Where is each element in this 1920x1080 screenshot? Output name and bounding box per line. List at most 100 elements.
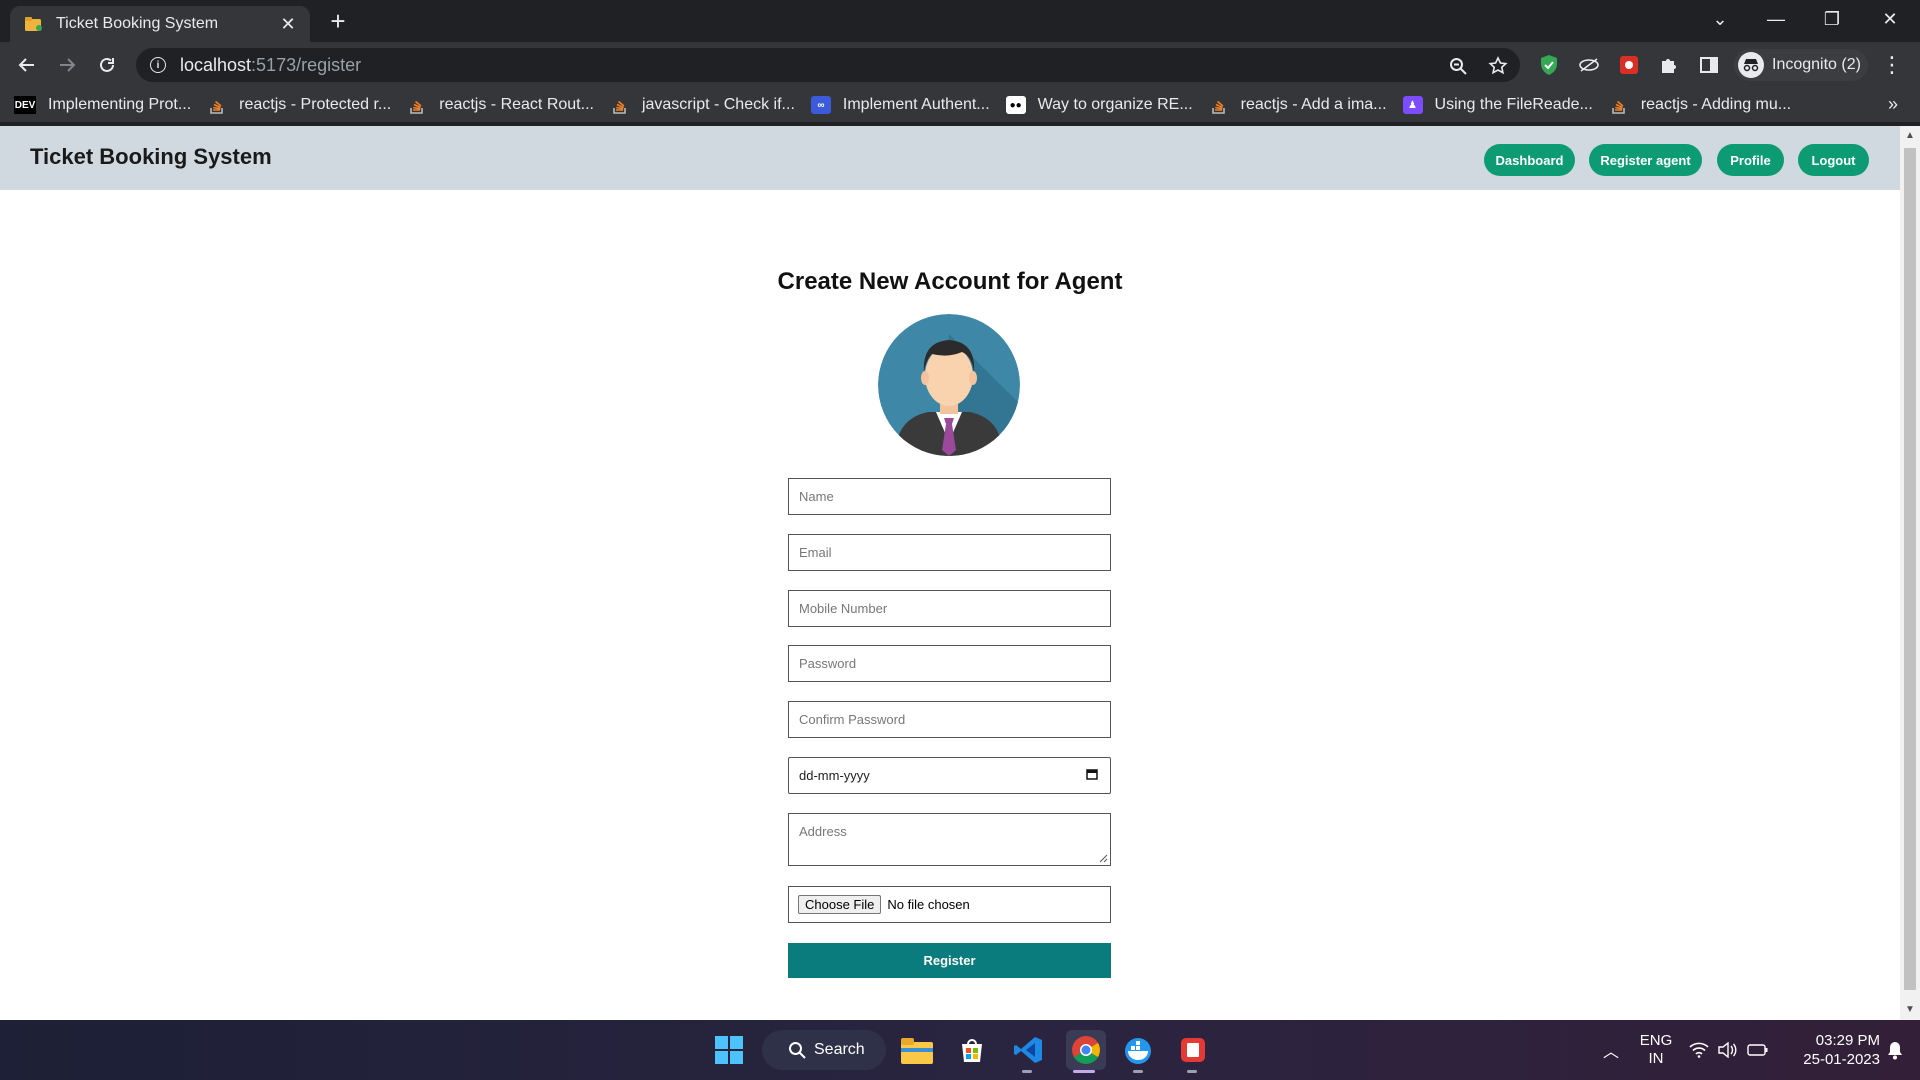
language-code: ENG (1639, 1032, 1673, 1049)
address-bar[interactable]: i localhost:5173/register (136, 48, 1520, 82)
agent-avatar-image (878, 314, 1020, 456)
taskbar-search-label: Search (814, 1041, 865, 1058)
tab-title: Ticket Booking System (56, 15, 219, 32)
file-explorer-icon[interactable] (900, 1034, 934, 1066)
form-title: Create New Account for Agent (777, 268, 1123, 295)
resize-grip-icon[interactable] (1098, 853, 1108, 863)
bookmark-item[interactable]: reactjs - Protected r... (207, 96, 391, 114)
extension-eye-icon[interactable] (1578, 54, 1600, 76)
tab-close-icon[interactable]: ✕ (278, 14, 298, 35)
name-field[interactable] (788, 478, 1111, 515)
new-tab-button[interactable]: + (324, 8, 352, 36)
stackoverflow-icon (407, 96, 427, 114)
volume-icon[interactable] (1714, 1020, 1740, 1080)
side-panel-icon[interactable] (1698, 54, 1720, 76)
folder-favicon-icon (24, 16, 44, 32)
bookmark-star-icon[interactable] (1488, 56, 1508, 76)
bookmark-label: Implementing Prot... (48, 96, 192, 113)
confirm-password-input[interactable] (799, 712, 1110, 727)
page-viewport: Ticket Booking System Dashboard Register… (0, 126, 1900, 1020)
register-button[interactable]: Register (788, 943, 1111, 978)
address-textarea[interactable] (799, 824, 1110, 854)
tray-overflow-icon[interactable]: ︿ (1596, 1020, 1626, 1080)
microsoft-store-icon[interactable] (955, 1034, 989, 1066)
extensions-puzzle-icon[interactable] (1658, 54, 1680, 76)
forward-arrow-icon[interactable] (52, 50, 82, 80)
language-indicator[interactable]: ENG IN (1636, 1020, 1676, 1080)
bookmark-item[interactable]: ♟ Using the FileReade... (1402, 96, 1593, 114)
incognito-icon (1738, 52, 1764, 78)
bookmark-item[interactable]: ●● Way to organize RE... (1005, 96, 1193, 114)
app-brand[interactable]: Ticket Booking System (30, 144, 272, 170)
browser-tab-active[interactable]: Ticket Booking System ✕ (10, 6, 310, 42)
vscode-running-indicator (1022, 1070, 1032, 1073)
red-app-running-indicator (1187, 1070, 1197, 1073)
mobile-input[interactable] (799, 601, 1110, 616)
bookmark-item[interactable]: reactjs - Add a ima... (1209, 96, 1387, 114)
bookmark-item[interactable]: reactjs - Adding mu... (1609, 96, 1791, 114)
name-input[interactable] (799, 489, 1110, 504)
url-path: :5173/register (251, 54, 362, 75)
browser-menu-icon[interactable]: ⋮ (1880, 52, 1904, 78)
chrome-icon[interactable] (1066, 1030, 1106, 1070)
taskbar-search-button[interactable]: Search (762, 1030, 886, 1070)
vscode-icon[interactable] (1011, 1034, 1045, 1066)
email-field[interactable] (788, 534, 1111, 571)
url-host: localhost (180, 54, 252, 75)
region-code: IN (1648, 1050, 1664, 1067)
bookmark-item[interactable]: DEV Implementing Prot... (14, 96, 191, 114)
scrollbar-thumb[interactable] (1904, 148, 1916, 990)
docker-icon[interactable] (1121, 1034, 1155, 1066)
scroll-down-icon[interactable]: ▼ (1904, 1004, 1916, 1016)
bookmarks-bar: DEV Implementing Prot... reactjs - Prote… (0, 88, 1920, 122)
confirm-password-field[interactable] (788, 701, 1111, 738)
wifi-icon[interactable] (1686, 1020, 1712, 1080)
bookmark-label: reactjs - Add a ima... (1240, 96, 1387, 113)
file-status: No file chosen (887, 897, 970, 912)
bookmark-label: reactjs - React Rout... (439, 96, 594, 113)
bookmark-label: Way to organize RE... (1037, 96, 1193, 113)
reload-icon[interactable] (92, 50, 122, 80)
bookmarks-overflow-icon[interactable]: » (1888, 94, 1898, 115)
logout-button[interactable]: Logout (1798, 144, 1869, 176)
choose-file-button[interactable]: Choose File (798, 895, 882, 914)
email-input[interactable] (799, 545, 1110, 560)
bookmark-label: Using the FileReade... (1434, 96, 1593, 113)
profile-button[interactable]: Profile (1717, 144, 1784, 176)
site-info-icon[interactable]: i (150, 57, 166, 73)
password-input[interactable] (799, 656, 1110, 671)
tab-strip: Ticket Booking System ✕ + ⌄ — ❐ ✕ (0, 0, 1920, 42)
scroll-up-icon[interactable]: ▲ (1904, 130, 1916, 142)
page-scrollbar[interactable]: ▲ ▼ (1900, 126, 1920, 1020)
file-upload-field[interactable]: Choose File No file chosen (788, 886, 1111, 923)
bookmark-item[interactable]: reactjs - React Rout... (407, 96, 594, 114)
windows-start-icon[interactable] (712, 1034, 746, 1066)
clock[interactable]: 03:29 PM 25-01-2023 (1782, 1020, 1880, 1080)
notification-bell-icon[interactable] (1880, 1020, 1910, 1080)
battery-icon[interactable] (1744, 1020, 1772, 1080)
medium-icon: ●● (1005, 96, 1026, 114)
zoom-icon[interactable] (1448, 56, 1468, 76)
incognito-profile-button[interactable]: Incognito (2) (1734, 49, 1868, 81)
bookmark-item[interactable]: javascript - Check if... (610, 96, 795, 114)
dashboard-button[interactable]: Dashboard (1484, 144, 1575, 176)
red-app-icon[interactable] (1176, 1034, 1210, 1066)
restore-button[interactable]: ❐ (1804, 0, 1860, 38)
address-field[interactable] (788, 813, 1111, 866)
windows-taskbar: Search ︿ ENG IN 03:29 PM 25-01-2023 (0, 1020, 1920, 1080)
register-agent-button[interactable]: Register agent (1589, 144, 1702, 176)
calendar-icon[interactable] (1082, 768, 1102, 783)
minimize-button[interactable]: — (1748, 0, 1804, 38)
extension-red-icon[interactable] (1618, 54, 1640, 76)
bookmark-item[interactable]: ∞ Implement Authent... (810, 96, 990, 114)
stackoverflow-icon (1209, 96, 1229, 114)
password-field[interactable] (788, 645, 1111, 682)
stackoverflow-icon (610, 96, 630, 114)
dob-date-field[interactable]: dd-mm-yyyy (788, 757, 1111, 794)
tab-search-dropdown-icon[interactable]: ⌄ (1692, 0, 1748, 38)
mobile-field[interactable] (788, 590, 1111, 627)
back-arrow-icon[interactable] (12, 50, 42, 80)
close-window-button[interactable]: ✕ (1862, 0, 1918, 38)
browser-toolbar: i localhost:5173/register Incognito (2) … (0, 42, 1920, 88)
shield-extension-icon[interactable] (1538, 54, 1560, 76)
